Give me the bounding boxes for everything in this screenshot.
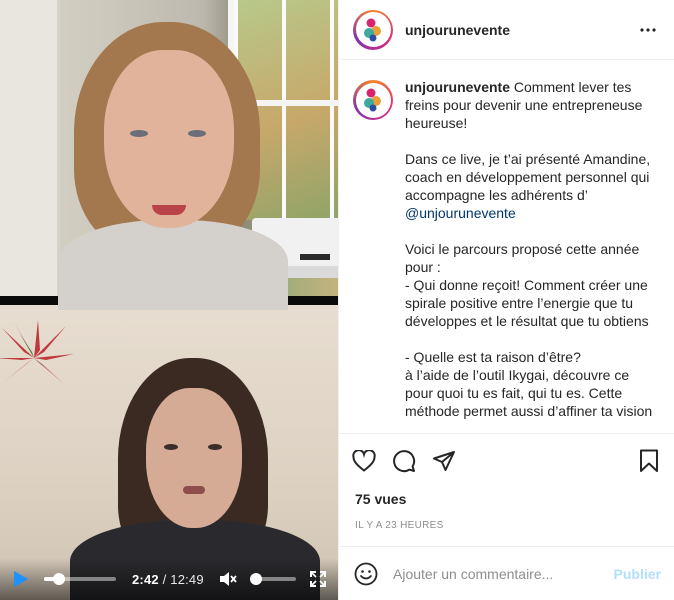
header-username[interactable]: unjourunevente	[405, 22, 510, 38]
seek-bar[interactable]	[44, 573, 116, 585]
comment-icon	[393, 450, 416, 473]
video-controls: 2:42 / 12:49	[0, 558, 338, 600]
bookmark-icon	[640, 449, 658, 472]
comment-composer: Publier	[339, 546, 674, 600]
caption-avatar[interactable]	[353, 80, 393, 120]
fullscreen-icon	[310, 571, 326, 587]
live-video[interactable]: 2:42 / 12:49	[0, 0, 338, 600]
host-shoulders	[58, 220, 288, 310]
guest-face	[146, 388, 242, 528]
caption-intro: unjourunevente Comment lever tes freins …	[405, 78, 660, 132]
fullscreen-button[interactable]	[308, 569, 328, 589]
heart-icon	[352, 450, 376, 472]
caption-paragraph: - Quelle est ta raison d’être? à l’aide d…	[405, 348, 660, 420]
duration: 12:49	[170, 571, 204, 587]
post-actions	[339, 434, 674, 488]
brand-logo-icon	[364, 18, 381, 41]
like-button[interactable]	[351, 448, 377, 474]
guest-eye-left	[164, 444, 178, 450]
comment-button[interactable]	[391, 448, 417, 474]
play-icon	[14, 571, 28, 587]
caption-paragraph-text: - Quelle est ta raison d’être?	[405, 349, 581, 365]
current-time: 2:42	[132, 571, 159, 587]
avatar-logo	[355, 82, 391, 118]
caption-paragraph-text: Voici le parcours proposé cette année po…	[405, 241, 640, 275]
avatar-logo	[355, 12, 391, 47]
publish-button[interactable]: Publier	[614, 566, 661, 582]
comment-input[interactable]	[393, 565, 614, 582]
post-timestamp[interactable]: IL Y A 23 HEURES	[339, 516, 674, 536]
host-eye-right	[188, 130, 206, 137]
brand-logo-icon	[364, 88, 381, 112]
share-icon	[433, 451, 455, 471]
caption-paragraph-text: - Qui donne reçoit! Comment créer une sp…	[405, 277, 649, 329]
emoji-icon	[354, 562, 378, 585]
post-caption: unjourunevente Comment lever tes freins …	[339, 60, 674, 434]
play-button[interactable]	[10, 568, 32, 590]
caption-text: unjourunevente Comment lever tes freins …	[405, 78, 660, 433]
caption-paragraph-text: à l’aide de l’outil Ikygai, découvre ce …	[405, 367, 653, 419]
host-eye-left	[130, 130, 148, 137]
view-count[interactable]: 75 vues	[339, 488, 674, 510]
caption-paragraph-text: Dans ce live, je t’ai présenté Amandine,…	[405, 151, 651, 203]
background-door	[0, 0, 60, 296]
plant-decoration	[0, 320, 74, 384]
time-separator: /	[158, 571, 171, 587]
save-button[interactable]	[636, 448, 662, 474]
host-mouth	[152, 205, 186, 215]
mute-button[interactable]	[218, 569, 238, 589]
guest-mouth	[183, 486, 205, 494]
guest-eye-right	[208, 444, 222, 450]
more-icon	[640, 27, 656, 32]
mention-link[interactable]: @unjourunevente	[405, 205, 516, 221]
volume-slider[interactable]	[250, 573, 296, 585]
seek-bar-handle[interactable]	[53, 573, 66, 585]
caption-paragraph: Voici le parcours proposé cette année po…	[405, 240, 660, 330]
host-face	[104, 50, 234, 228]
more-options-button[interactable]	[636, 18, 660, 42]
share-button[interactable]	[431, 448, 457, 474]
caption-username[interactable]: unjourunevente	[405, 79, 510, 95]
mute-icon	[219, 572, 237, 586]
post-header: unjourunevente	[339, 0, 674, 60]
post-viewer: 2:42 / 12:49 unjourunevente unjouruneven…	[0, 0, 674, 600]
video-time: 2:42 / 12:49	[132, 572, 204, 587]
volume-handle[interactable]	[250, 573, 263, 585]
post-side-panel: unjourunevente unjourunevente Comment le…	[338, 0, 674, 600]
emoji-button[interactable]	[353, 561, 379, 587]
avatar[interactable]	[353, 9, 393, 50]
caption-paragraph: Dans ce live, je t’ai présenté Amandine,…	[405, 150, 660, 222]
